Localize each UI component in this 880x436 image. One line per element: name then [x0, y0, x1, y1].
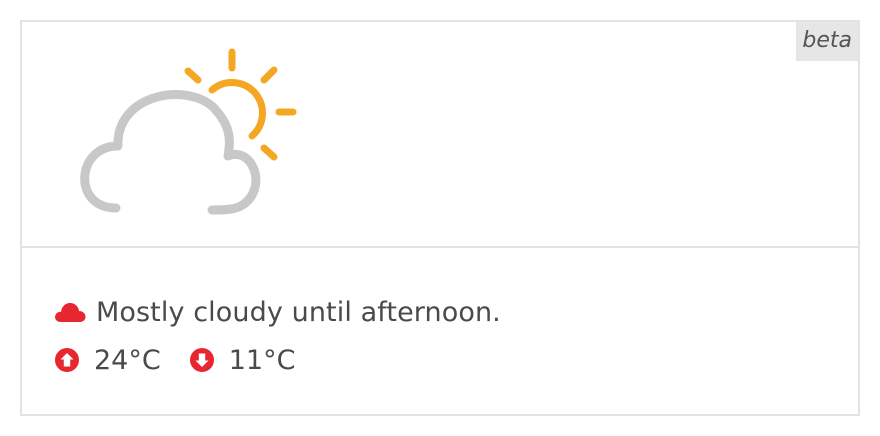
weather-summary-row: Mostly cloudy until afternoon.: [54, 292, 501, 332]
weather-summary-text: Mostly cloudy until afternoon.: [96, 296, 501, 328]
high-temperature: 24°C: [54, 345, 161, 376]
cloud-icon: [54, 300, 86, 324]
high-temperature-value: 24°C: [94, 344, 161, 376]
low-temperature-value: 11°C: [228, 344, 296, 376]
arrow-down-circle-icon: [189, 347, 215, 373]
partly-cloudy-day-icon: [80, 48, 297, 215]
weather-card: beta Mostly cloudy until afternoon. 24°C…: [20, 20, 860, 416]
weather-details: Mostly cloudy until afternoon. 24°C 11°C: [22, 248, 858, 414]
arrow-up-circle-icon: [54, 347, 80, 373]
beta-badge: beta: [796, 22, 858, 61]
low-temperature: 11°C: [189, 344, 296, 376]
weather-card-header: beta: [22, 22, 858, 248]
temperature-row: 24°C 11°C: [54, 340, 323, 380]
